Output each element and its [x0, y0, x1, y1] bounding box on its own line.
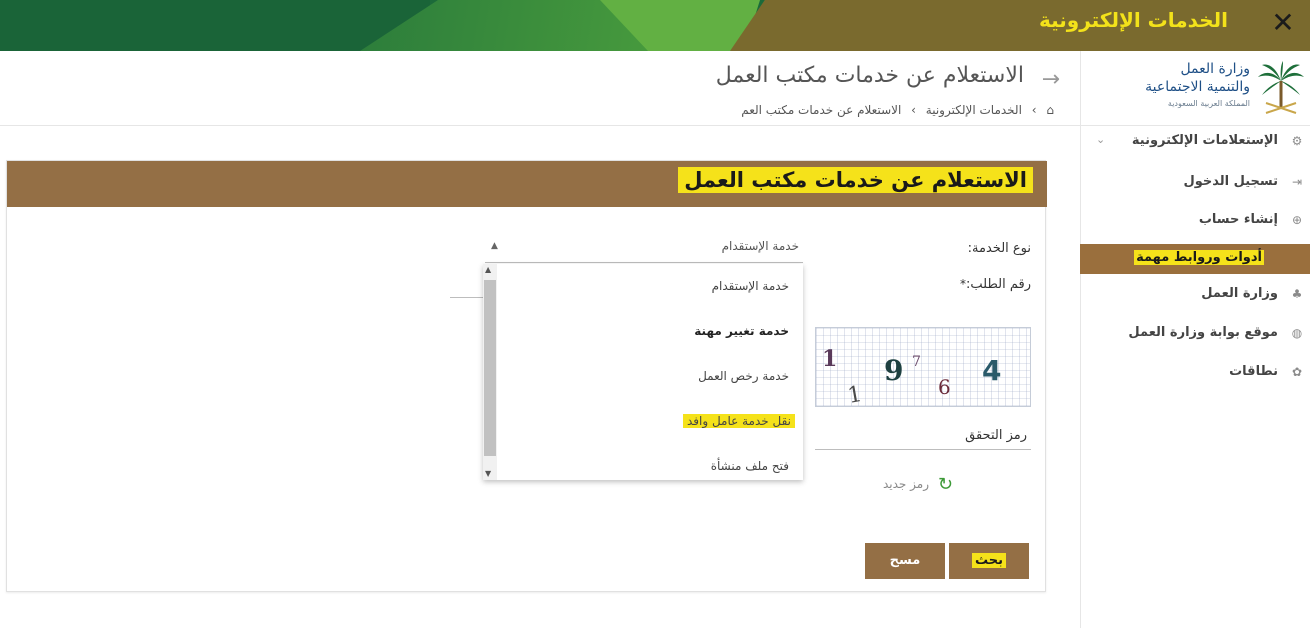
top-banner: الخدمات الإلكترونية ✕ [0, 0, 1310, 51]
sidebar-item-ministry[interactable]: ♣ وزارة العمل [1080, 280, 1310, 310]
breadcrumb-item[interactable]: الخدمات الإلكترونية [926, 103, 1022, 117]
arrow-right-icon[interactable]: → [1042, 67, 1060, 92]
sidebar-item-create-account[interactable]: ⊕ إنشاء حساب [1080, 206, 1310, 236]
new-code-label: رمز جديد [882, 477, 929, 491]
captcha-image: 1 1 9 7 6 4 [815, 327, 1031, 407]
plus-circle-icon: ⊕ [1291, 213, 1303, 227]
banner-band [0, 0, 430, 51]
scrollbar-thumb[interactable] [484, 280, 496, 456]
sidebar-item-nitaqat[interactable]: ✿ نطاقات [1080, 358, 1310, 388]
request-number-label-wrap: رقم الطلب:* [960, 277, 1031, 292]
svg-text:9: 9 [884, 354, 903, 387]
sidebar: وزارة العمل والتنمية الاجتماعية المملكة … [1080, 51, 1310, 628]
svg-text:1: 1 [822, 346, 837, 372]
dropdown-option[interactable]: خدمة الإستقدام [712, 279, 789, 293]
dropdown-option[interactable]: خدمة تغيير مهنة [694, 324, 789, 338]
ministry-name-line3: المملكة العربية السعودية [1167, 99, 1250, 108]
search-button[interactable]: بحث [949, 543, 1029, 579]
cogs-icon: ⚙ [1291, 134, 1303, 148]
request-number-label: رقم الطلب: [966, 277, 1031, 292]
ministry-logo[interactable]: وزارة العمل والتنمية الاجتماعية المملكة … [1080, 51, 1310, 126]
sidebar-item-label: موقع بوابة وزارة العمل [1128, 325, 1278, 340]
request-number-input[interactable] [450, 297, 484, 298]
chevron-down-icon: ⌄ [1096, 133, 1106, 146]
home-icon[interactable]: ⌂ [1046, 103, 1054, 117]
dropdown-option[interactable]: نقل خدمة عامل وافد [682, 414, 795, 428]
dropdown-option[interactable]: فتح ملف منشأة [711, 459, 789, 473]
sign-in-icon: ⇥ [1291, 175, 1303, 189]
ministry-name-line2: والتنمية الاجتماعية [1145, 79, 1250, 95]
close-icon[interactable]: ✕ [1266, 6, 1300, 40]
sidebar-item-label: تسجيل الدخول [1183, 174, 1278, 189]
page-header: → الاستعلام عن خدمات مكتب العمل ⌂ › الخد… [0, 51, 1080, 126]
svg-text:6: 6 [938, 375, 951, 399]
refresh-icon: ↻ [937, 474, 953, 495]
verification-label: رمز التحقق [965, 428, 1027, 443]
banner-title: الخدمات الإلكترونية [1038, 8, 1228, 32]
ministry-name-line1: وزارة العمل [1180, 61, 1250, 77]
palm-icon: ♣ [1291, 287, 1303, 301]
palm-logo-icon [1258, 61, 1304, 114]
clear-button[interactable]: مسح [865, 543, 945, 579]
sidebar-item-label: إنشاء حساب [1198, 212, 1278, 227]
sidebar-item-label: أدوات وروابط مهمة [1134, 250, 1264, 265]
breadcrumb-item: الاستعلام عن خدمات مكتب العم [741, 103, 902, 117]
globe-icon: ◍ [1291, 326, 1303, 340]
sidebar-item-label: الإستعلامات الإلكترونية [1131, 133, 1278, 148]
scroll-up-icon[interactable]: ▲ [485, 265, 491, 274]
search-button-label: بحث [971, 553, 1006, 568]
service-type-label: نوع الخدمة: [967, 241, 1031, 256]
breadcrumb: ⌂ › الخدمات الإلكترونية › الاستعلام عن خ… [735, 103, 1054, 117]
page-title: الاستعلام عن خدمات مكتب العمل [715, 63, 1024, 88]
caret-up-icon: ▲ [491, 241, 498, 251]
sidebar-item-portal[interactable]: ◍ موقع بوابة وزارة العمل [1080, 319, 1310, 349]
service-dropdown-list[interactable]: ▲ ▼ خدمة الإستقدام خدمة تغيير مهنة خدمة … [483, 264, 803, 480]
selected-service: خدمة الإستقدام [721, 239, 799, 253]
card-title: الاستعلام عن خدمات مكتب العمل [678, 167, 1033, 193]
sidebar-item-tools-links[interactable]: أدوات وروابط مهمة [1080, 244, 1310, 274]
breadcrumb-separator: › [1031, 103, 1037, 117]
gear-icon: ✿ [1291, 365, 1303, 379]
service-type-select[interactable]: خدمة الإستقدام ▲ [485, 233, 803, 263]
scroll-down-icon[interactable]: ▼ [485, 469, 491, 478]
sidebar-item-e-inquiries[interactable]: ⚙ الإستعلامات الإلكترونية ⌄ [1080, 127, 1310, 157]
dropdown-option[interactable]: خدمة رخص العمل [698, 369, 789, 383]
svg-text:4: 4 [982, 354, 1001, 387]
inquiry-card: الاستعلام عن خدمات مكتب العمل نوع الخدمة… [6, 160, 1047, 592]
sidebar-item-label: نطاقات [1229, 364, 1278, 379]
card-header: الاستعلام عن خدمات مكتب العمل [7, 161, 1047, 207]
sidebar-item-label: وزارة العمل [1201, 286, 1278, 301]
breadcrumb-separator: › [911, 103, 916, 117]
dropdown-scrollbar[interactable]: ▲ ▼ [483, 264, 497, 480]
svg-text:7: 7 [912, 354, 921, 370]
sidebar-item-login[interactable]: ⇥ تسجيل الدخول [1080, 168, 1310, 198]
verification-input[interactable] [815, 449, 1031, 450]
